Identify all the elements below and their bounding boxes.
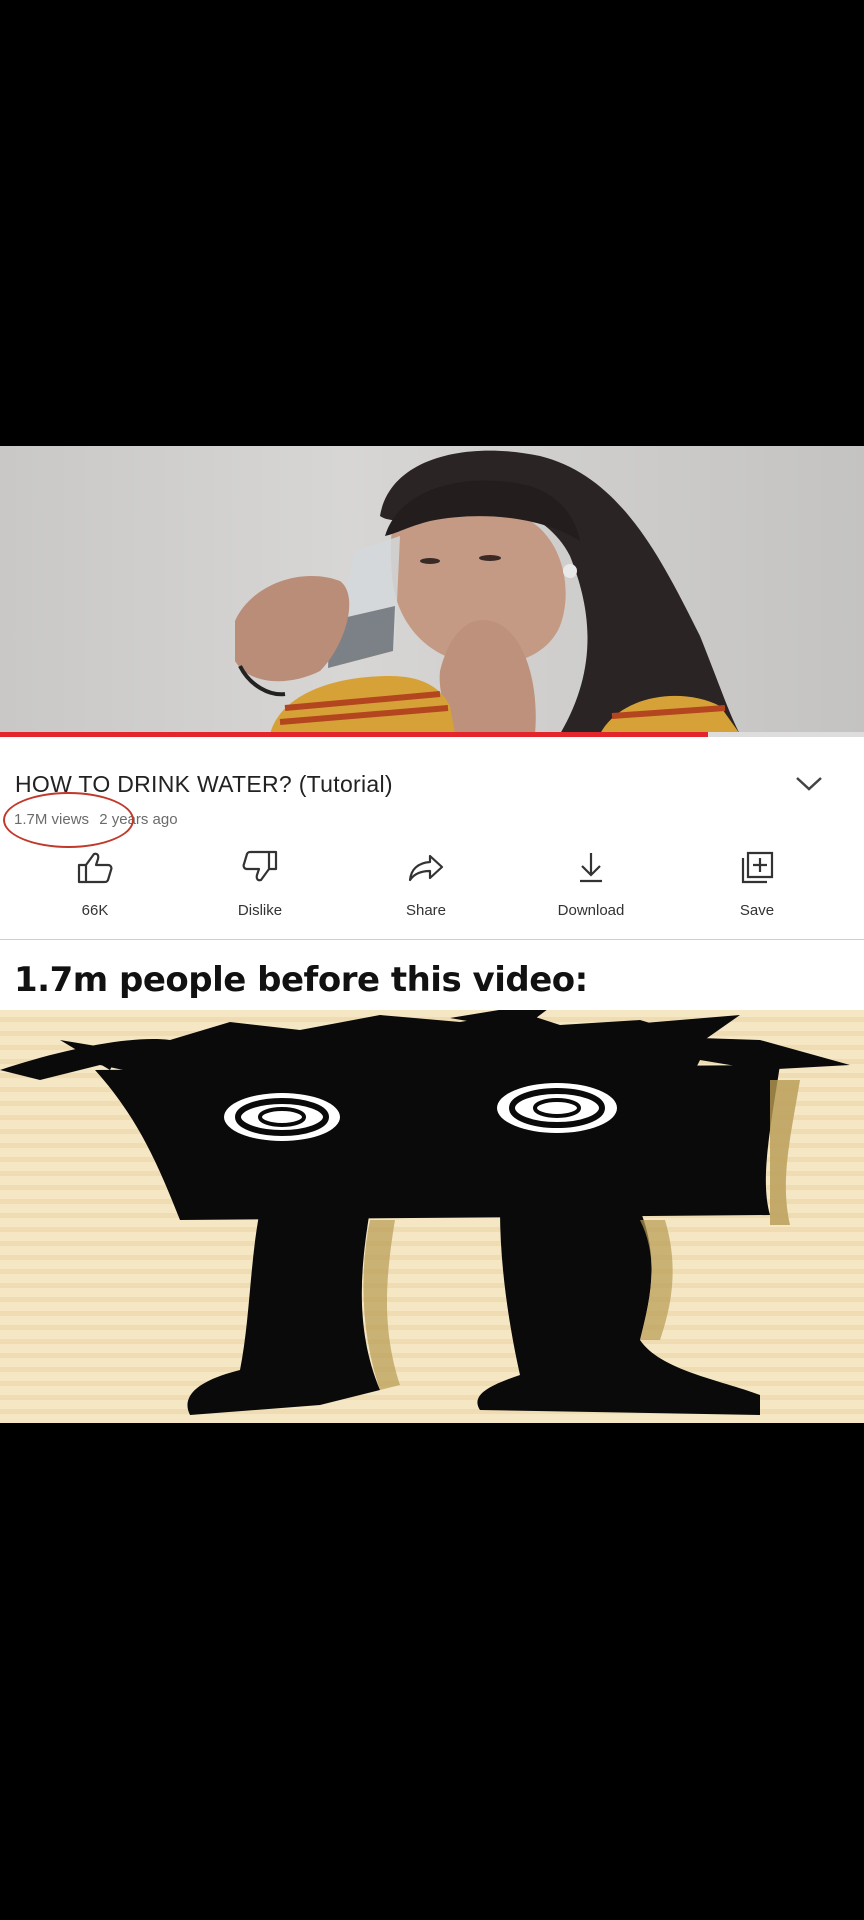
like-count: 66K	[81, 902, 109, 919]
divider	[0, 939, 864, 940]
download-icon	[580, 853, 602, 883]
save-button[interactable]: Save	[702, 850, 812, 919]
share-label: Share	[405, 902, 447, 919]
share-arrow-icon	[408, 854, 444, 882]
save-playlist-icon	[741, 851, 774, 884]
dislike-button[interactable]: Dislike	[205, 850, 315, 919]
share-button[interactable]: Share	[371, 850, 481, 919]
download-button[interactable]: Download	[536, 850, 646, 919]
download-label: Download	[557, 902, 625, 919]
action-bar: 66K Dislike Share Download Save	[0, 850, 864, 930]
highlight-circle	[3, 792, 134, 848]
dislike-label: Dislike	[237, 902, 283, 919]
video-thumbnail	[235, 450, 740, 734]
video-progress-bar[interactable]	[0, 732, 864, 737]
video-player[interactable]	[0, 446, 864, 734]
meme-caption: 1.7m people before this video:	[14, 960, 588, 1000]
save-label: Save	[739, 902, 775, 919]
chevron-down-icon[interactable]	[794, 772, 824, 796]
page: HOW TO DRINK WATER? (Tutorial) 1.7M view…	[0, 0, 864, 1920]
thumbs-down-icon	[242, 850, 278, 882]
like-button[interactable]: 66K	[40, 850, 150, 919]
shadow-creature-illustration	[0, 1010, 850, 1415]
thumbs-up-icon	[77, 852, 113, 884]
video-progress-fill	[0, 732, 709, 737]
silhouette-cartoon-image	[0, 1010, 864, 1423]
